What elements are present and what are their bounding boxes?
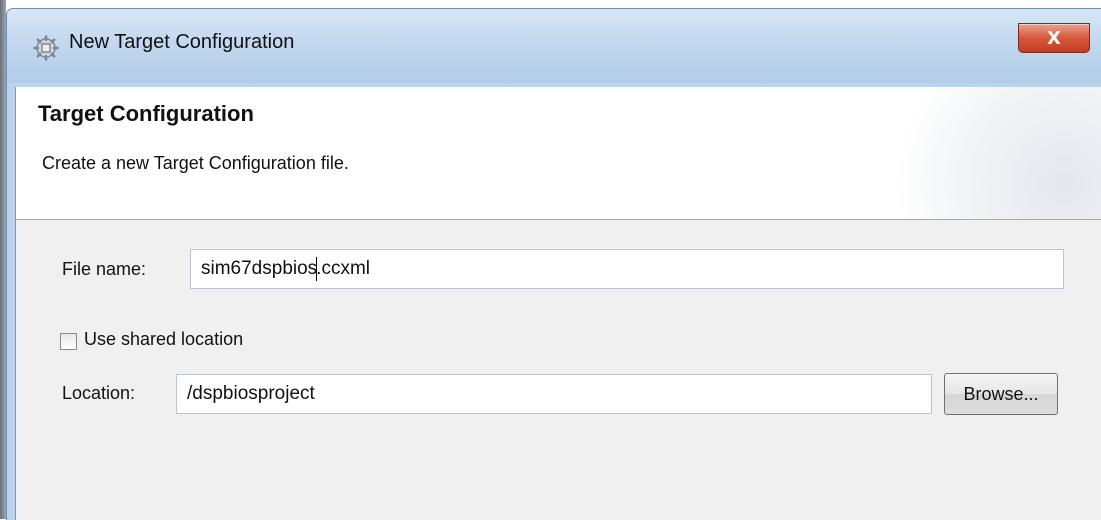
window-title: New Target Configuration — [69, 31, 295, 53]
location-input[interactable]: /dspbiosproject — [176, 374, 932, 414]
use-shared-location-checkbox[interactable] — [60, 333, 77, 350]
use-shared-location-label[interactable]: Use shared location — [84, 329, 243, 350]
location-value: /dspbiosproject — [187, 383, 315, 404]
close-button[interactable]: X — [1018, 23, 1090, 53]
file-name-value-start: sim67dspbios — [201, 258, 318, 279]
header-banner: Target Configuration Create a new Target… — [16, 87, 1101, 220]
file-name-input[interactable]: sim67dspbios .ccxml — [190, 249, 1064, 289]
file-name-label: File name: — [62, 259, 147, 279]
dialog-window: New Target Configuration X Target Config… — [6, 8, 1101, 520]
gear-cube-icon — [33, 35, 59, 61]
page-title: Target Configuration — [38, 101, 254, 126]
browse-button[interactable]: Browse... — [944, 373, 1058, 415]
file-name-value-end: .ccxml — [316, 258, 370, 279]
location-label: Location: — [62, 383, 136, 403]
form-area: File name: sim67dspbios .ccxml Use shared… — [16, 220, 1101, 520]
dialog-client-area: Target Configuration Create a new Target… — [15, 87, 1101, 520]
title-bar[interactable]: New Target Configuration X — [7, 9, 1101, 83]
close-icon: X — [1047, 27, 1061, 49]
banner-decoration — [882, 87, 1101, 219]
page-description: Create a new Target Configuration file. — [42, 153, 349, 173]
